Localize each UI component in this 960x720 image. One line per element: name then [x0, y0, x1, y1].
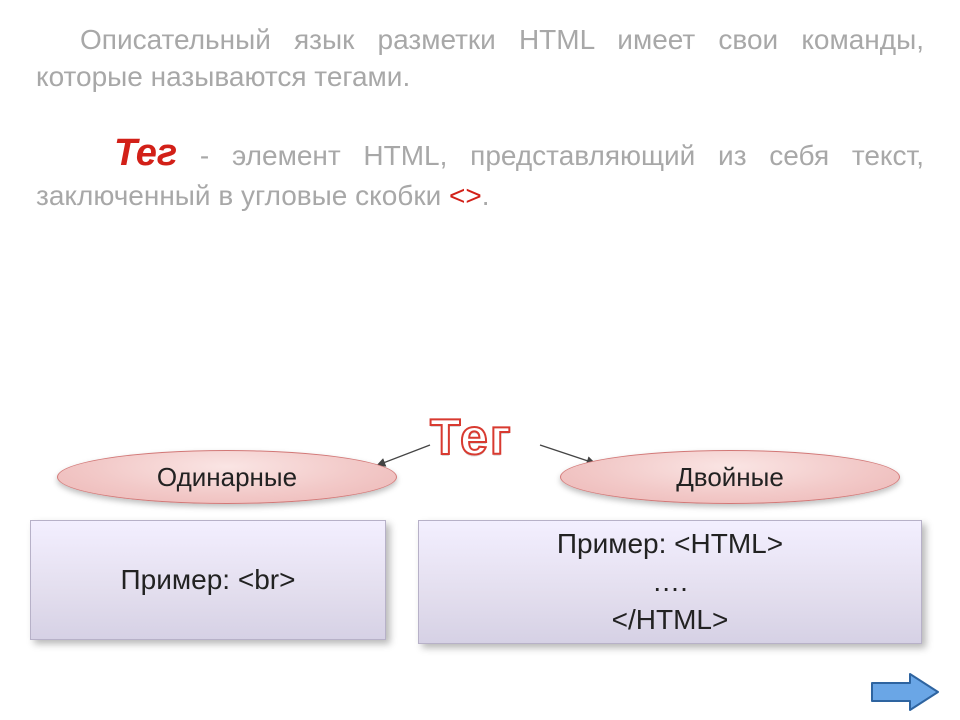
ellipse-single-tags: Одинарные	[57, 450, 397, 504]
angle-brackets: <>	[449, 180, 482, 211]
intro-paragraph: Описательный язык разметки HTML имеет св…	[36, 22, 924, 96]
example-double-text: Пример: <HTML> …. </HTML>	[557, 525, 783, 638]
ellipse-double-label: Двойные	[676, 462, 784, 493]
ellipse-double-tags: Двойные	[560, 450, 900, 504]
teg-heading: Тег	[430, 408, 513, 466]
ellipse-single-label: Одинарные	[157, 462, 297, 493]
example-single-box: Пример: <br>	[30, 520, 386, 640]
example-single-text: Пример: <br>	[121, 561, 296, 599]
example-double-box: Пример: <HTML> …. </HTML>	[418, 520, 922, 644]
slide: Описательный язык разметки HTML имеет св…	[0, 0, 960, 720]
definition-tail: .	[482, 180, 490, 211]
definition-paragraph: Тег - элемент HTML, представляющий из се…	[36, 128, 924, 215]
next-arrow-icon[interactable]	[870, 672, 940, 712]
term-teg: Тег	[114, 132, 177, 174]
